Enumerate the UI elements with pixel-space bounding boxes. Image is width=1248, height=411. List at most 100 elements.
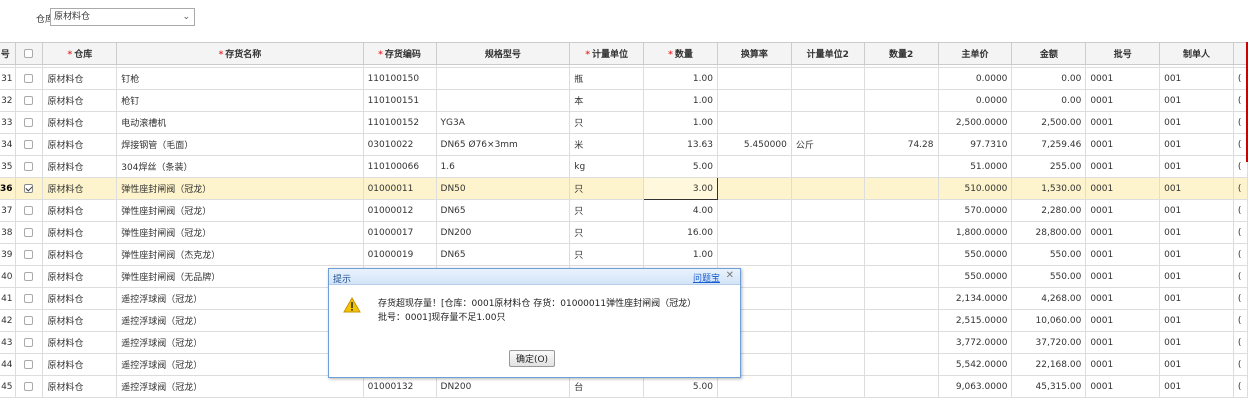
cell-batch[interactable]: 0001 [1085, 111, 1161, 134]
cell-unit2[interactable] [790, 177, 865, 200]
table-row[interactable]: 35 原材料仓 304焊丝（条装） 110100066 1.6 kg 5.00 51.0000… [0, 155, 1248, 178]
cell-code[interactable]: 01000132 [362, 375, 437, 398]
cell-price[interactable]: 0.0000 [937, 89, 1013, 112]
cell-rate[interactable] [716, 111, 792, 134]
cell-batch[interactable]: 0001 [1085, 353, 1161, 376]
cell-qty[interactable]: 3.00 [643, 177, 718, 200]
checkbox-icon[interactable] [24, 359, 34, 369]
cell-wh[interactable]: 原材料仓 [42, 265, 118, 288]
cell-unit2[interactable] [790, 111, 865, 134]
cell-amount[interactable]: 255.00 [1011, 155, 1087, 178]
cell-batch[interactable]: 0001 [1085, 243, 1161, 266]
cell-batch[interactable]: 0001 [1085, 133, 1161, 156]
cell-wh[interactable]: 原材料仓 [42, 287, 118, 310]
cell-qty[interactable]: 16.00 [643, 221, 718, 244]
cell-wh[interactable]: 原材料仓 [42, 177, 118, 200]
cell-amount[interactable]: 37,720.00 [1011, 331, 1087, 354]
cell-amount[interactable]: 7,259.46 [1011, 133, 1087, 156]
cell-wh[interactable]: 原材料仓 [42, 331, 118, 354]
cell-spec[interactable]: DN200 [435, 221, 571, 244]
cell-extra[interactable]: ( [1232, 375, 1248, 398]
cell-code[interactable]: 110100066 [362, 155, 437, 178]
checkbox-icon[interactable] [24, 315, 34, 325]
cell-unit[interactable]: 米 [569, 133, 645, 156]
row-select-cell[interactable] [14, 199, 44, 222]
column-header[interactable]: * 数量 [643, 42, 718, 65]
cell-qty2[interactable] [863, 375, 939, 398]
cell-name[interactable]: 枪钉 [116, 89, 364, 112]
cell-unit2[interactable] [790, 155, 865, 178]
cell-spec[interactable]: YG3A [435, 111, 571, 134]
cell-code[interactable]: 01000012 [362, 199, 437, 222]
checkbox-icon[interactable] [24, 227, 34, 237]
column-header[interactable]: * 计量单位 [569, 42, 645, 65]
cell-wh[interactable]: 原材料仓 [42, 353, 118, 376]
cell-qty2[interactable] [863, 111, 939, 134]
cell-unit2[interactable] [790, 221, 865, 244]
checkbox-icon[interactable] [24, 337, 34, 347]
cell-amount[interactable]: 1,530.00 [1011, 177, 1087, 200]
cell-amount[interactable]: 0.00 [1011, 89, 1087, 112]
cell-unit[interactable]: 只 [569, 111, 645, 134]
cell-spec[interactable]: DN200 [435, 375, 571, 398]
checkbox-icon[interactable] [24, 205, 34, 215]
column-header[interactable]: 换算率 [716, 42, 792, 65]
cell-unit2[interactable]: 公斤 [790, 133, 865, 156]
column-header[interactable]: 号 [0, 42, 16, 65]
cell-batch[interactable]: 0001 [1085, 177, 1161, 200]
column-header[interactable]: 规格型号 [435, 42, 571, 65]
cell-extra[interactable]: ( [1232, 177, 1248, 200]
cell-unit2[interactable] [790, 287, 865, 310]
cell-qty[interactable]: 13.63 [643, 133, 718, 156]
cell-qty2[interactable] [863, 177, 939, 200]
cell-batch[interactable]: 0001 [1085, 375, 1161, 398]
cell-maker[interactable]: 001 [1159, 155, 1234, 178]
cell-name[interactable]: 遥控浮球阀（冠龙） [116, 375, 364, 398]
cell-maker[interactable]: 001 [1159, 133, 1234, 156]
cell-spec[interactable]: DN65 [435, 199, 571, 222]
row-select-cell[interactable] [14, 133, 44, 156]
cell-qty2[interactable]: 74.28 [863, 133, 939, 156]
cell-maker[interactable]: 001 [1159, 375, 1234, 398]
cell-qty2[interactable] [863, 89, 939, 112]
cell-rate[interactable] [716, 199, 792, 222]
cell-unit2[interactable] [790, 67, 865, 90]
cell-batch[interactable]: 0001 [1085, 89, 1161, 112]
cell-price[interactable]: 5,542.0000 [937, 353, 1013, 376]
cell-price[interactable]: 51.0000 [937, 155, 1013, 178]
table-row[interactable]: 39 原材料仓 弹性座封闸阀（杰克龙） 01000019 DN65 只 1.00 550.00… [0, 243, 1248, 266]
table-row[interactable]: 37 原材料仓 弹性座封闸阀（冠龙） 01000012 DN65 只 4.00 570.000… [0, 199, 1248, 222]
cell-wh[interactable]: 原材料仓 [42, 89, 118, 112]
cell-unit[interactable]: kg [569, 155, 645, 178]
cell-wh[interactable]: 原材料仓 [42, 67, 118, 90]
cell-qty2[interactable] [863, 309, 939, 332]
cell-qty2[interactable] [863, 67, 939, 90]
checkbox-icon[interactable] [24, 117, 34, 127]
cell-unit[interactable]: 台 [569, 375, 645, 398]
cell-amount[interactable]: 45,315.00 [1011, 375, 1087, 398]
cell-code[interactable]: 03010022 [362, 133, 437, 156]
cell-wh[interactable]: 原材料仓 [42, 155, 118, 178]
cell-name[interactable]: 遥控浮球阀（冠龙） [116, 353, 364, 376]
cell-unit[interactable]: 只 [569, 199, 645, 222]
cell-price[interactable]: 2,500.0000 [937, 111, 1013, 134]
select-all-checkbox[interactable] [14, 42, 44, 65]
cell-maker[interactable]: 001 [1159, 177, 1234, 200]
row-select-cell[interactable] [14, 309, 44, 332]
cell-extra[interactable]: ( [1232, 331, 1248, 354]
table-row[interactable]: 45 原材料仓 遥控浮球阀（冠龙） 01000132 DN200 台 5.00 9,063.0… [0, 375, 1248, 398]
ok-button[interactable]: 确定(O) [509, 350, 555, 367]
cell-unit2[interactable] [790, 353, 865, 376]
cell-name[interactable]: 电动滚槽机 [116, 111, 364, 134]
cell-rate[interactable] [716, 177, 792, 200]
cell-price[interactable]: 550.0000 [937, 265, 1013, 288]
cell-code[interactable]: 110100152 [362, 111, 437, 134]
cell-extra[interactable]: ( [1232, 243, 1248, 266]
column-header[interactable]: 主单价 [937, 42, 1013, 65]
row-select-cell[interactable] [14, 287, 44, 310]
cell-name[interactable]: 弹性座封闸阀（杰克龙） [116, 243, 364, 266]
cell-unit[interactable]: 本 [569, 89, 645, 112]
cell-maker[interactable]: 001 [1159, 309, 1234, 332]
cell-batch[interactable]: 0001 [1085, 155, 1161, 178]
checkbox-icon[interactable] [24, 271, 34, 281]
